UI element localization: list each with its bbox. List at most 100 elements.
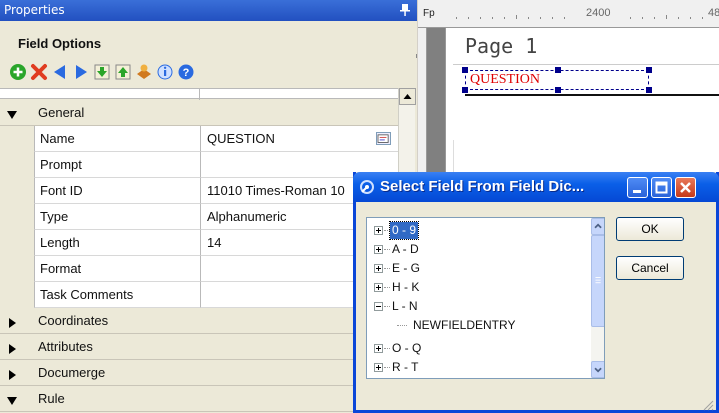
property-row[interactable]: Type Alphanumeric [0, 204, 398, 230]
expand-icon[interactable] [374, 226, 383, 235]
move-down-icon[interactable] [92, 62, 112, 82]
tree-scroll-thumb[interactable] [591, 235, 604, 327]
delete-icon[interactable] [29, 62, 49, 82]
category-label: Rule [38, 391, 65, 406]
expanded-arrow-icon[interactable] [7, 108, 17, 119]
category-coordinates[interactable]: Coordinates [0, 308, 398, 334]
tree-node[interactable]: R - T [367, 359, 589, 376]
tree-node-label: O - Q [392, 341, 422, 355]
expand-icon[interactable] [374, 283, 383, 292]
resize-handle[interactable] [555, 67, 561, 73]
property-row[interactable]: Font ID 11010 Times-Roman 10 [0, 178, 398, 204]
row-gutter [0, 256, 34, 282]
tree-node-label: NEWFIELDENTRY [413, 318, 516, 332]
property-name: Prompt [34, 152, 200, 178]
tree-scroll-down-button[interactable] [591, 361, 604, 378]
property-name: Task Comments [34, 282, 200, 308]
category-label: Coordinates [38, 313, 109, 328]
help-icon[interactable]: ? [176, 62, 196, 82]
dialog-titlebar[interactable]: Select Field From Field Dic... [353, 172, 719, 202]
svg-text:?: ? [183, 67, 190, 79]
maximize-icon [655, 181, 668, 194]
category-general[interactable]: General [0, 100, 398, 126]
select-field-dialog: Select Field From Field Dic... 0 - 9 A - … [353, 172, 719, 413]
collapsed-arrow-icon[interactable] [7, 368, 17, 380]
tree-node[interactable]: A - D [367, 241, 589, 258]
tree-node[interactable]: O - Q [367, 340, 589, 357]
ruler-mark-2400: 2400 [586, 7, 611, 19]
properties-title: Properties [4, 3, 65, 17]
grid-header [0, 88, 398, 100]
field-options-title: Field Options [18, 36, 102, 51]
category-rule[interactable]: Rule [0, 386, 398, 412]
property-name: Length [34, 230, 200, 256]
row-gutter [0, 204, 34, 230]
page-rule-line [465, 94, 719, 96]
resize-handle[interactable] [462, 67, 468, 73]
field-options-header: Field Options [0, 21, 417, 54]
close-icon [680, 182, 691, 193]
tree-scrollbar[interactable] [591, 218, 604, 378]
horizontal-ruler: Fp 2400 480 [418, 0, 719, 28]
tree-node-label: E - G [392, 261, 421, 275]
info-icon[interactable] [155, 62, 175, 82]
tree-node-label: A - D [392, 242, 419, 256]
resize-handle[interactable] [555, 87, 561, 93]
property-row[interactable]: Format [0, 256, 398, 282]
scroll-up-button[interactable] [399, 88, 416, 105]
edit-name-icon[interactable] [376, 132, 391, 145]
add-icon[interactable] [8, 62, 28, 82]
row-gutter [0, 282, 34, 308]
pin-icon[interactable] [399, 3, 411, 17]
expand-icon[interactable] [374, 363, 383, 372]
tree-node[interactable]: H - K [367, 279, 589, 296]
property-row[interactable]: Length 14 [0, 230, 398, 256]
category-documerge[interactable]: Documerge [0, 360, 398, 386]
expand-icon[interactable] [374, 344, 383, 353]
maximize-button[interactable] [651, 177, 672, 198]
dictionary-icon [359, 179, 375, 195]
app-root: Properties Field Options ? General Name … [0, 0, 719, 413]
row-gutter [0, 230, 34, 256]
collapsed-arrow-icon[interactable] [7, 342, 17, 354]
arrow-right-icon[interactable] [71, 62, 91, 82]
close-button[interactable] [675, 177, 696, 198]
tree-node[interactable]: NEWFIELDENTRY [367, 317, 589, 334]
tree-node[interactable]: L - N [367, 298, 589, 315]
collapse-icon[interactable] [374, 302, 383, 311]
tree-node[interactable]: 0 - 9 [367, 221, 589, 240]
property-name: Type [34, 204, 200, 230]
dialog-title: Select Field From Field Dic... [380, 178, 585, 195]
tree-node-label: L - N [392, 299, 418, 313]
move-up-icon[interactable] [113, 62, 133, 82]
category-attributes[interactable]: Attributes [0, 334, 398, 360]
ruler-mark-4800: 480 [708, 7, 719, 19]
tree-scroll-up-button[interactable] [591, 218, 604, 235]
ok-button[interactable]: OK [616, 217, 684, 241]
expand-icon[interactable] [374, 245, 383, 254]
property-row[interactable]: Task Comments [0, 282, 398, 308]
resize-handle[interactable] [646, 67, 652, 73]
expand-icon[interactable] [374, 264, 383, 273]
property-row[interactable]: Name QUESTION [0, 126, 398, 152]
tree-node-label: R - T [392, 360, 419, 374]
collapsed-arrow-icon[interactable] [7, 316, 17, 328]
arrow-left-icon[interactable] [50, 62, 70, 82]
resize-handle[interactable] [646, 87, 652, 93]
property-row[interactable]: Prompt [0, 152, 398, 178]
resize-handle[interactable] [462, 87, 468, 93]
minimize-button[interactable] [627, 177, 648, 198]
property-name: Font ID [34, 178, 200, 204]
question-field-box[interactable]: QUESTION [462, 67, 652, 93]
page-divider [453, 64, 719, 65]
expanded-arrow-icon[interactable] [7, 394, 17, 405]
property-value[interactable]: QUESTION [200, 126, 398, 152]
copy-field-icon[interactable] [134, 62, 154, 82]
tree-node[interactable]: E - G [367, 260, 589, 277]
question-field-text: QUESTION [470, 72, 540, 87]
field-dictionary-tree: 0 - 9 A - D E - G H - K L - N NEWFIELDENTRY O … [366, 217, 605, 379]
cancel-button[interactable]: Cancel [616, 256, 684, 280]
resize-grip-icon[interactable] [702, 396, 714, 411]
category-label: General [38, 105, 85, 120]
row-gutter [0, 178, 34, 204]
